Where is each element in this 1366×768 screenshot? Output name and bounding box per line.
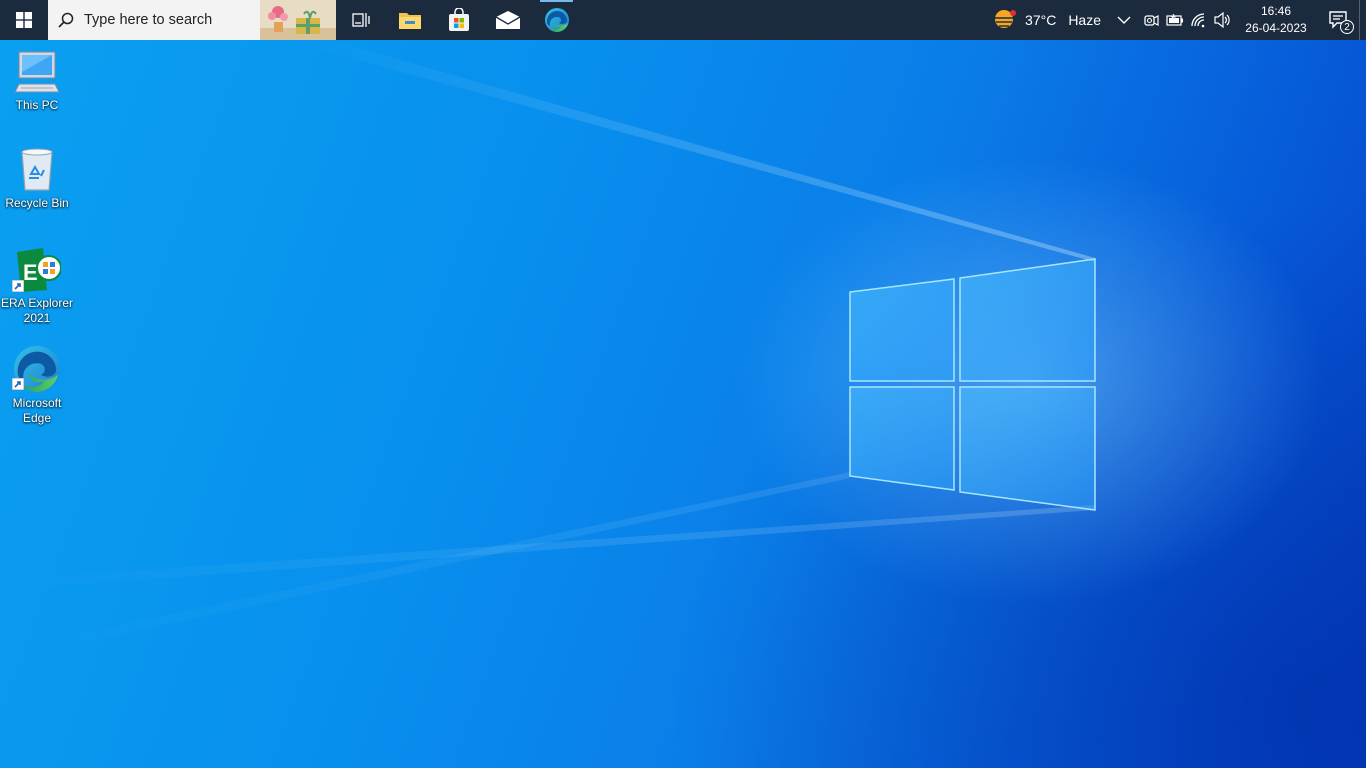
battery-icon: [1166, 14, 1183, 26]
weather-temperature: 37°C: [1025, 12, 1057, 28]
search-highlight-art: [260, 0, 336, 40]
store-icon: [448, 8, 469, 31]
store-button[interactable]: [434, 0, 483, 40]
action-center-button[interactable]: 2: [1319, 0, 1359, 40]
edge-icon: [544, 8, 569, 32]
desktop-icon-label: Recycle Bin: [5, 196, 69, 210]
desktop-icon-era-explorer[interactable]: E ERA Explorer 2021: [0, 246, 74, 326]
show-hidden-icons-button[interactable]: [1109, 0, 1139, 40]
wallpaper-windows-logo: [0, 40, 1096, 660]
shortcut-arrow-icon: [12, 378, 24, 390]
desktop-icon-label: Microsoft Edge: [12, 396, 62, 425]
desktop-icon-microsoft-edge[interactable]: Microsoft Edge: [0, 344, 74, 426]
system-tray: 37°C Haze 16:46 26-04-2023 2: [985, 0, 1366, 40]
sun-haze-icon: [995, 10, 1017, 28]
meet-now-button[interactable]: [1139, 0, 1163, 40]
battery-button[interactable]: [1163, 0, 1187, 40]
start-button[interactable]: [0, 0, 48, 40]
meet-now-icon: [1144, 15, 1159, 26]
svg-text:E: E: [23, 260, 38, 285]
notification-count-badge: 2: [1340, 20, 1354, 34]
chevron-up-icon: [1117, 16, 1131, 24]
search-icon: [58, 12, 74, 28]
task-view-button[interactable]: [336, 0, 385, 40]
file-explorer-button[interactable]: [385, 0, 434, 40]
task-view-icon: [351, 13, 370, 27]
clock[interactable]: 16:46 26-04-2023: [1241, 0, 1311, 40]
clock-time: 16:46: [1260, 4, 1292, 18]
volume-button[interactable]: [1211, 0, 1235, 40]
show-desktop-button[interactable]: [1359, 0, 1366, 40]
volume-icon: [1214, 12, 1230, 28]
windows-logo-icon: [16, 12, 32, 28]
desktop-icon-recycle-bin[interactable]: Recycle Bin: [0, 146, 74, 211]
mail-button[interactable]: [483, 0, 532, 40]
desktop-icon-label: This PC: [15, 98, 59, 112]
taskbar: Type here to search 37°C Haze 16:46 26-0…: [0, 0, 1366, 40]
weather-condition: Haze: [1068, 12, 1101, 28]
computer-icon: [14, 51, 60, 93]
network-button[interactable]: [1187, 0, 1211, 40]
edge-taskbar-button[interactable]: [532, 0, 581, 40]
recycle-bin-icon: [21, 148, 53, 191]
desktop-icon-label: ERA Explorer 2021: [0, 296, 74, 325]
weather-widget[interactable]: 37°C Haze: [985, 0, 1109, 40]
shortcut-arrow-icon: [12, 280, 24, 292]
folder-icon: [398, 13, 421, 29]
search-placeholder: Type here to search: [84, 12, 213, 28]
clock-date: 26-04-2023: [1245, 21, 1307, 35]
desktop-icon-this-pc[interactable]: This PC: [0, 48, 74, 113]
wifi-icon: [1191, 13, 1205, 28]
search-box[interactable]: Type here to search: [48, 0, 336, 40]
mail-icon: [495, 11, 520, 29]
